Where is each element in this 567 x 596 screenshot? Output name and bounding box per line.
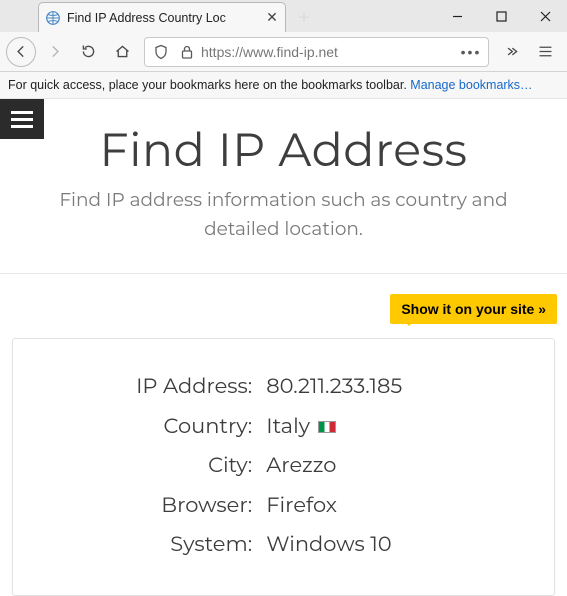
bookmark-hint-text: For quick access, place your bookmarks h… bbox=[8, 78, 410, 92]
shield-icon[interactable] bbox=[149, 40, 173, 64]
row-system: System: Windows 10 bbox=[23, 525, 544, 564]
row-ip: IP Address: 80.211.233.185 bbox=[23, 367, 544, 406]
overflow-button[interactable] bbox=[495, 37, 527, 67]
page-title: Find IP Address bbox=[0, 99, 567, 186]
close-window-button[interactable] bbox=[523, 0, 567, 32]
app-menu-button[interactable] bbox=[529, 37, 561, 67]
forward-button bbox=[38, 37, 70, 67]
page-content: Find IP Address Find IP address informat… bbox=[0, 99, 567, 596]
country-value: Italy bbox=[266, 407, 310, 446]
browser-tab[interactable]: Find IP Address Country Loc ✕ bbox=[38, 2, 286, 32]
favicon-globe-icon bbox=[45, 10, 61, 26]
system-value: Windows 10 bbox=[266, 525, 391, 564]
reload-button[interactable] bbox=[72, 37, 104, 67]
minimize-button[interactable] bbox=[435, 0, 479, 32]
city-value: Arezzo bbox=[266, 446, 336, 485]
new-tab-button[interactable]: + bbox=[290, 4, 318, 32]
show-on-site-button[interactable]: Show it on your site » bbox=[390, 294, 557, 324]
maximize-button[interactable] bbox=[479, 0, 523, 32]
city-label: City: bbox=[23, 446, 252, 485]
ip-info-card: IP Address: 80.211.233.185 Country: Ital… bbox=[12, 338, 555, 595]
manage-bookmarks-link[interactable]: Manage bookmarks… bbox=[410, 78, 532, 92]
italy-flag-icon bbox=[318, 421, 336, 433]
row-city: City: Arezzo bbox=[23, 446, 544, 485]
country-label: Country: bbox=[23, 407, 252, 446]
browser-toolbar: https://www.find-ip.net ••• bbox=[0, 32, 567, 72]
system-label: System: bbox=[23, 525, 252, 564]
row-country: Country: Italy bbox=[23, 407, 544, 446]
browser-value: Firefox bbox=[266, 486, 337, 525]
page-actions-icon[interactable]: ••• bbox=[458, 44, 484, 60]
address-bar[interactable]: https://www.find-ip.net ••• bbox=[144, 37, 489, 67]
window-controls bbox=[435, 0, 567, 32]
window-titlebar: Find IP Address Country Loc ✕ + bbox=[0, 0, 567, 32]
lock-icon[interactable] bbox=[175, 40, 199, 64]
hamburger-menu-button[interactable] bbox=[0, 99, 44, 139]
ip-label: IP Address: bbox=[23, 367, 252, 406]
browser-label: Browser: bbox=[23, 486, 252, 525]
home-button[interactable] bbox=[106, 37, 138, 67]
back-button[interactable] bbox=[6, 37, 36, 67]
row-browser: Browser: Firefox bbox=[23, 486, 544, 525]
bookmarks-toolbar: For quick access, place your bookmarks h… bbox=[0, 72, 567, 99]
url-text: https://www.find-ip.net bbox=[201, 44, 456, 60]
close-tab-icon[interactable]: ✕ bbox=[265, 11, 279, 25]
page-subtitle: Find IP address information such as coun… bbox=[0, 186, 567, 273]
tab-title: Find IP Address Country Loc bbox=[67, 11, 259, 25]
ip-value: 80.211.233.185 bbox=[266, 367, 402, 406]
